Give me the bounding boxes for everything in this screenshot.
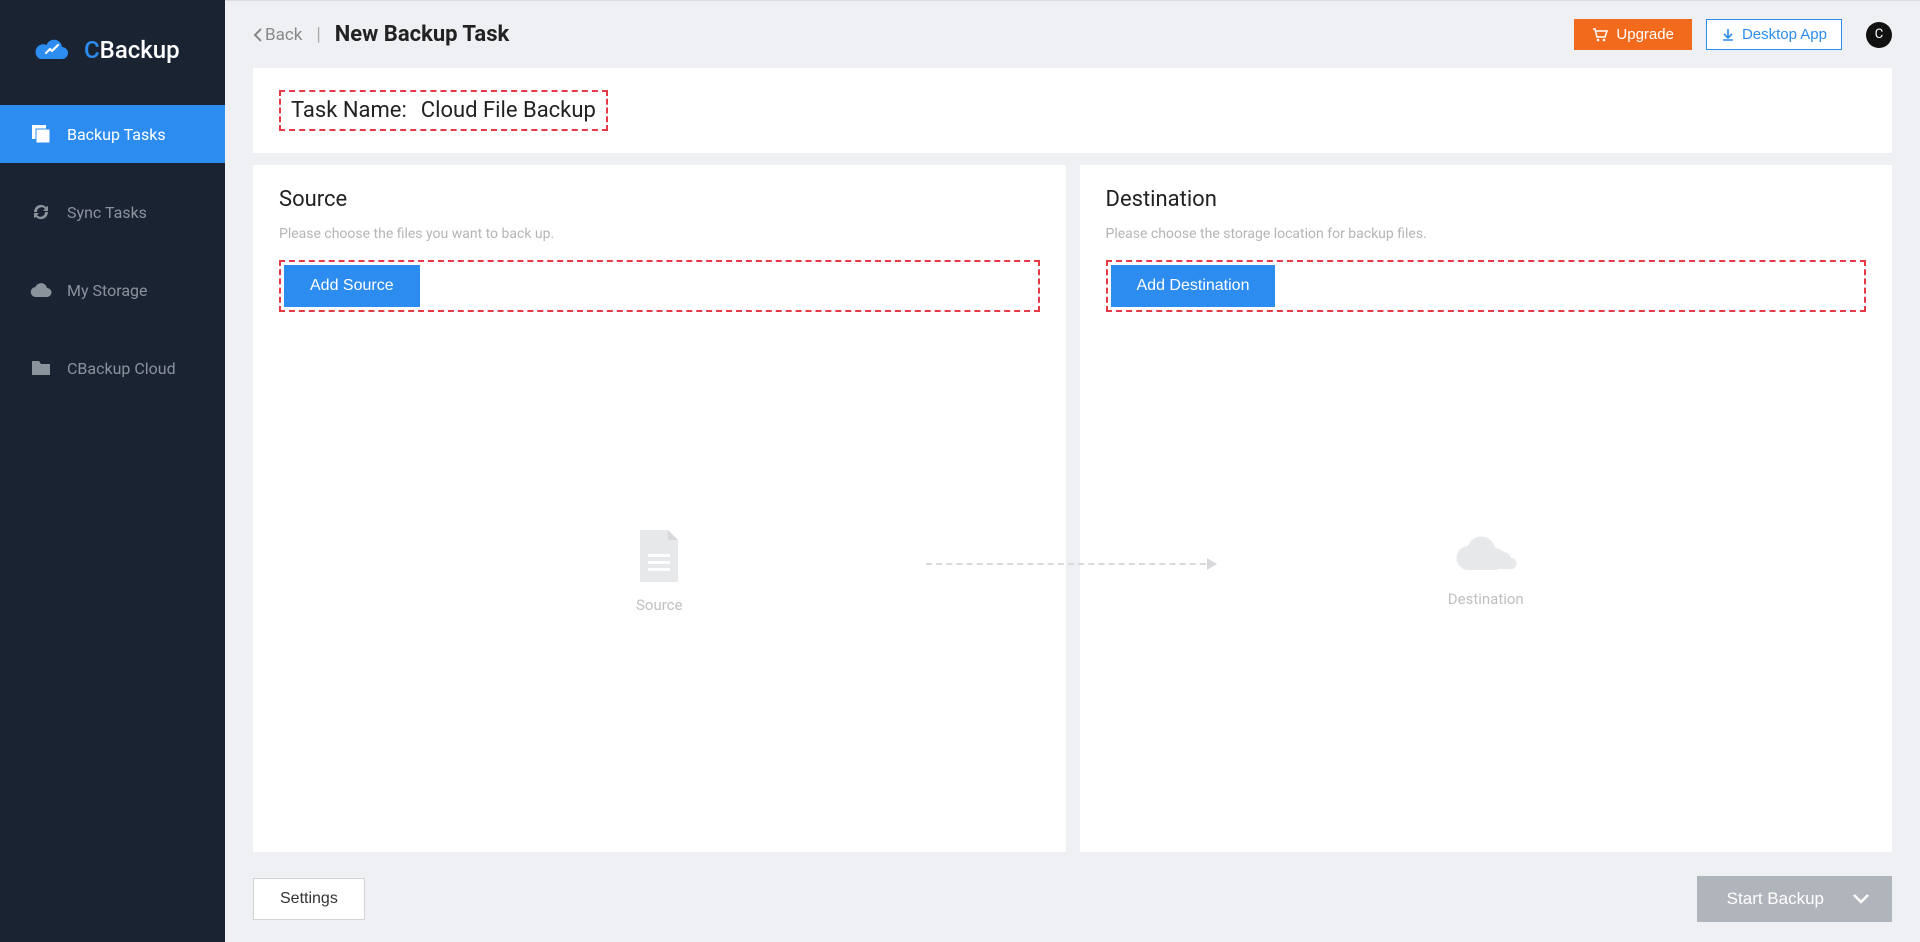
panels: Source Please choose the files you want …	[253, 165, 1892, 852]
content: Task Name: Cloud File Backup Source Plea…	[225, 58, 1920, 862]
destination-title: Destination	[1106, 187, 1867, 212]
desktop-app-button[interactable]: Desktop App	[1706, 19, 1842, 50]
sidebar-item-my-storage[interactable]: My Storage	[0, 261, 225, 319]
avatar[interactable]: C	[1866, 22, 1892, 48]
sidebar-item-backup-tasks[interactable]: Backup Tasks	[0, 105, 225, 163]
source-title: Source	[279, 187, 1040, 212]
add-source-button[interactable]: Add Source	[284, 265, 420, 307]
sidebar-item-cbackup-cloud[interactable]: CBackup Cloud	[0, 339, 225, 397]
clouds-icon	[1451, 534, 1521, 578]
chevron-left-icon	[253, 28, 262, 42]
sync-icon	[30, 201, 52, 223]
settings-label: Settings	[280, 890, 338, 907]
file-icon	[634, 528, 684, 584]
add-destination-button[interactable]: Add Destination	[1111, 265, 1276, 307]
destination-panel: Destination Please choose the storage lo…	[1080, 165, 1893, 852]
destination-placeholder: Destination	[1106, 312, 1867, 830]
destination-hint: Please choose the storage location for b…	[1106, 226, 1867, 242]
task-name-card: Task Name: Cloud File Backup	[253, 68, 1892, 153]
settings-button[interactable]: Settings	[253, 878, 365, 920]
chevron-down-icon	[1852, 893, 1870, 905]
task-name-label: Task Name:	[291, 98, 407, 123]
desktop-label: Desktop App	[1742, 26, 1827, 43]
main: Back | New Backup Task Upgrade Desktop A…	[225, 0, 1920, 942]
avatar-initial: C	[1875, 27, 1883, 42]
folder-icon	[30, 357, 52, 379]
logo[interactable]: CBackup	[0, 0, 225, 105]
source-placeholder: Source	[279, 312, 1040, 830]
sidebar-item-sync-tasks[interactable]: Sync Tasks	[0, 183, 225, 241]
source-panel: Source Please choose the files you want …	[253, 165, 1066, 852]
stack-icon	[30, 123, 52, 145]
add-source-label: Add Source	[310, 277, 394, 294]
back-label: Back	[265, 25, 302, 45]
task-name-value: Cloud File Backup	[421, 98, 596, 123]
source-placeholder-label: Source	[636, 596, 682, 614]
sidebar-item-label: Backup Tasks	[67, 125, 166, 144]
upgrade-button[interactable]: Upgrade	[1574, 19, 1692, 50]
footer: Settings Start Backup	[225, 862, 1920, 942]
source-hint: Please choose the files you want to back…	[279, 226, 1040, 242]
topbar: Back | New Backup Task Upgrade Desktop A…	[225, 1, 1920, 58]
sidebar-item-label: Sync Tasks	[67, 203, 147, 222]
logo-text: CBackup	[84, 36, 180, 64]
cloud-icon	[30, 279, 52, 301]
task-name-field[interactable]: Task Name: Cloud File Backup	[279, 90, 608, 131]
separator: |	[316, 24, 320, 45]
add-source-highlight: Add Source	[279, 260, 1040, 312]
logo-cloud-icon	[32, 35, 72, 65]
upgrade-label: Upgrade	[1616, 26, 1674, 43]
sidebar-item-label: My Storage	[67, 281, 148, 300]
start-backup-label: Start Backup	[1727, 889, 1824, 909]
sidebar-item-label: CBackup Cloud	[67, 359, 176, 378]
add-destination-label: Add Destination	[1137, 277, 1250, 294]
sidebar: CBackup Backup Tasks Sync Tasks My Stora…	[0, 0, 225, 942]
start-backup-button[interactable]: Start Backup	[1697, 876, 1892, 922]
destination-placeholder-label: Destination	[1448, 590, 1524, 608]
download-icon	[1721, 28, 1735, 42]
page-title: New Backup Task	[335, 22, 510, 47]
back-link[interactable]: Back	[253, 25, 302, 45]
cart-icon	[1592, 28, 1608, 42]
add-destination-highlight: Add Destination	[1106, 260, 1867, 312]
